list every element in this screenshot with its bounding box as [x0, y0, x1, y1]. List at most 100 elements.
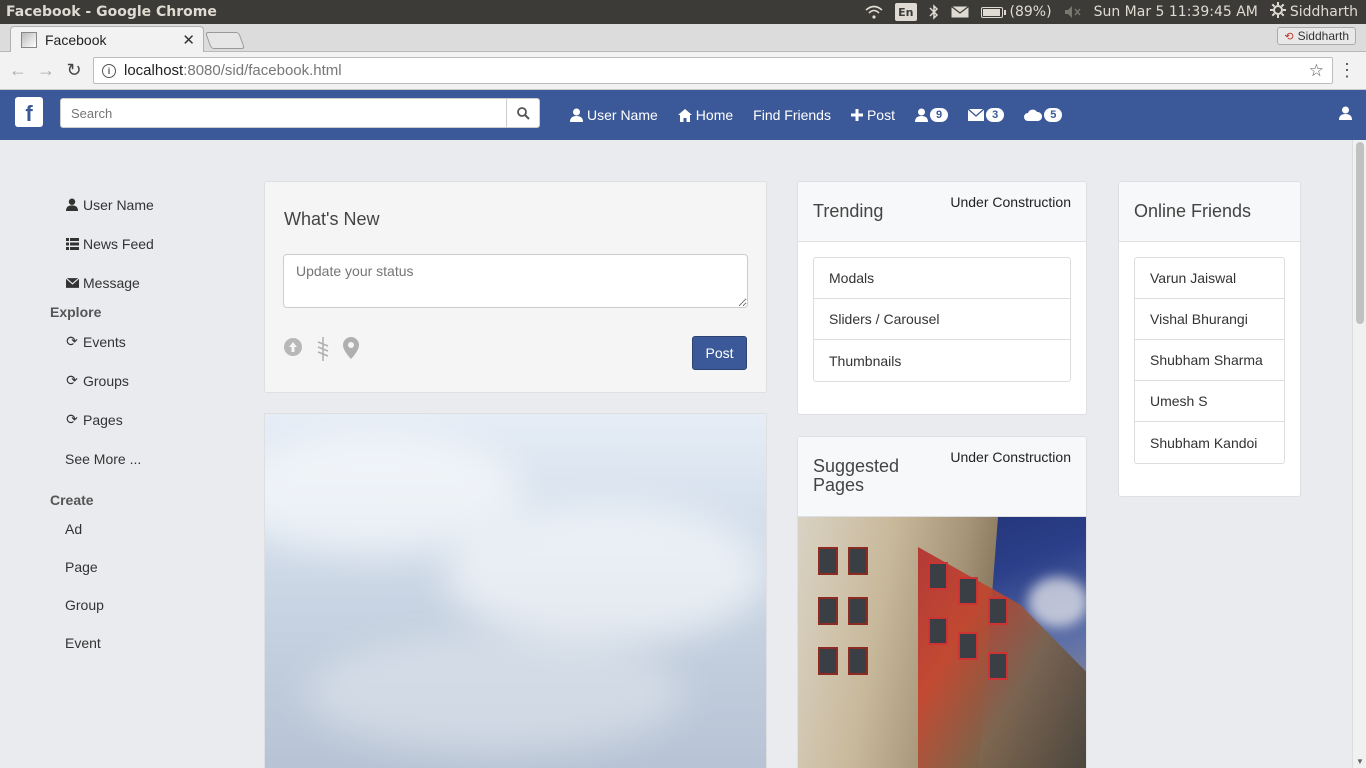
nav-home-link[interactable]: Home — [668, 90, 743, 140]
browser-toolbar: ← → ↻ i localhost :8080/sid/facebook.htm… — [0, 52, 1366, 90]
sidebar-item-label: News Feed — [83, 235, 154, 252]
friend-item[interactable]: Shubham Sharma — [1135, 340, 1284, 381]
photo-window — [818, 647, 838, 675]
nav-find-friends-label: Find Friends — [753, 107, 831, 123]
browser-tab[interactable]: Facebook ✕ — [10, 26, 204, 53]
online-friends-header: Online Friends — [1119, 182, 1300, 242]
account-menu-icon[interactable] — [1339, 106, 1352, 123]
friend-item[interactable]: Varun Jaiswal — [1135, 258, 1284, 299]
system-tray: En (89%) Sun Mar 5 11:39:45 AM Siddharth — [865, 2, 1366, 21]
close-tab-icon[interactable]: ✕ — [182, 31, 195, 49]
sidebar-create-event[interactable]: Event — [50, 624, 230, 662]
nav-post-label: Post — [866, 107, 895, 123]
nav-user-link[interactable]: User Name — [560, 90, 668, 140]
sky-photo-cloud — [305, 634, 685, 754]
whats-new-title: What's New — [284, 209, 380, 229]
envelope-icon — [65, 277, 79, 288]
search-button[interactable] — [506, 98, 540, 128]
nav-post-link[interactable]: Post — [841, 90, 905, 140]
back-arrow-icon[interactable]: ← — [4, 60, 32, 81]
photo-window — [848, 597, 868, 625]
sidebar-item-label: User Name — [83, 196, 154, 213]
photo-window — [958, 577, 978, 605]
page-favicon-icon — [21, 32, 37, 48]
facebook-logo[interactable]: f — [15, 97, 43, 127]
upload-icon[interactable] — [283, 337, 303, 364]
nav-friend-requests[interactable]: 9 — [905, 90, 958, 140]
post-attachment-tools — [283, 337, 359, 364]
session-user: Siddharth — [1289, 4, 1358, 20]
search-input[interactable] — [60, 98, 507, 128]
tab-title: Facebook — [45, 32, 107, 48]
list-icon — [65, 237, 79, 250]
photo-window — [928, 562, 948, 590]
sidebar-item-label: Message — [83, 274, 140, 291]
nav-notifications[interactable]: 5 — [1014, 90, 1072, 140]
suggested-page-photo[interactable] — [798, 517, 1086, 768]
sidebar-item-news-feed[interactable]: News Feed — [50, 224, 230, 263]
whats-new-panel: What's New Post — [264, 181, 767, 393]
scroll-down-arrow-icon[interactable]: ▼ — [1356, 757, 1364, 766]
sidebar-item-profile[interactable]: User Name — [50, 185, 230, 224]
browser-profile-button[interactable]: ⟲ Siddharth — [1277, 27, 1356, 45]
clock[interactable]: Sun Mar 5 11:39:45 AM — [1094, 4, 1258, 20]
photo-window — [988, 597, 1008, 625]
bookmark-star-icon[interactable]: ☆ — [1309, 61, 1324, 81]
site-info-icon[interactable]: i — [102, 63, 116, 78]
suggested-header: Suggested Pages Under Construction — [798, 437, 1086, 517]
list-item[interactable]: Modals — [814, 258, 1070, 299]
sidebar-item-groups[interactable]: ⟳ Groups — [50, 361, 230, 400]
trending-title: Trending — [813, 201, 884, 221]
online-friends-panel: Online Friends Varun Jaiswal Vishal Bhur… — [1118, 181, 1301, 497]
suggested-title-line-2: Pages — [813, 475, 865, 495]
sidebar-create-ad[interactable]: Ad — [50, 510, 230, 548]
battery-level — [982, 8, 1001, 16]
photo-window — [988, 652, 1008, 680]
sidebar-create-page[interactable]: Page — [50, 548, 230, 586]
friend-item[interactable]: Umesh S — [1135, 381, 1284, 422]
facebook-navbar: f User Name Home Find Friends Post 9 3 — [0, 90, 1366, 140]
sidebar-heading-explore: Explore — [50, 304, 102, 320]
reload-icon[interactable]: ↻ — [60, 60, 88, 81]
page-scrollbar[interactable]: ▼ — [1352, 140, 1366, 768]
battery-indicator[interactable]: (89%) — [980, 3, 1052, 21]
browser-menu-icon[interactable]: ⋮ — [1338, 60, 1356, 81]
list-item[interactable]: Sliders / Carousel — [814, 299, 1070, 340]
new-tab-button[interactable] — [204, 32, 246, 49]
nav-user-label: User Name — [587, 107, 658, 123]
nav-find-friends-link[interactable]: Find Friends — [743, 90, 841, 140]
photo-window — [848, 547, 868, 575]
status-input[interactable] — [283, 254, 748, 308]
address-bar[interactable]: i localhost :8080/sid/facebook.html ☆ — [93, 57, 1333, 84]
session-menu[interactable]: Siddharth — [1269, 2, 1358, 21]
photo-window — [818, 597, 838, 625]
scrollbar-thumb[interactable] — [1356, 142, 1364, 324]
photo-cloud — [1028, 577, 1086, 627]
mail-icon[interactable] — [950, 3, 969, 21]
map-marker-icon[interactable] — [343, 337, 359, 364]
nav-home-label: Home — [695, 107, 734, 123]
refresh-icon: ⟳ — [66, 411, 78, 427]
sidebar-see-more[interactable]: See More ... — [50, 439, 230, 478]
cloud-icon — [1024, 109, 1043, 121]
volume-muted-icon[interactable] — [1064, 3, 1082, 21]
home-icon — [677, 108, 692, 122]
forward-arrow-icon[interactable]: → — [32, 60, 60, 81]
bluetooth-icon[interactable] — [929, 3, 939, 21]
post-button[interactable]: Post — [692, 336, 747, 370]
sidebar-create-group[interactable]: Group — [50, 586, 230, 624]
sky-photo-cloud — [445, 504, 765, 644]
user-icon — [570, 108, 583, 122]
wifi-icon[interactable] — [865, 3, 883, 21]
tag-icon[interactable] — [315, 337, 331, 364]
sidebar-item-events[interactable]: ⟳ Events — [50, 322, 230, 361]
sidebar-item-pages[interactable]: ⟳ Pages — [50, 400, 230, 439]
keyboard-language-indicator[interactable]: En — [895, 3, 917, 21]
sidebar-item-message[interactable]: Message — [50, 263, 230, 302]
friend-item[interactable]: Vishal Bhurangi — [1135, 299, 1284, 340]
url-path: :8080/sid/facebook.html — [183, 62, 342, 79]
sidebar-heading-create: Create — [50, 492, 94, 508]
nav-messages[interactable]: 3 — [958, 90, 1014, 140]
friend-item[interactable]: Shubham Kandoi — [1135, 422, 1284, 463]
list-item[interactable]: Thumbnails — [814, 340, 1070, 381]
